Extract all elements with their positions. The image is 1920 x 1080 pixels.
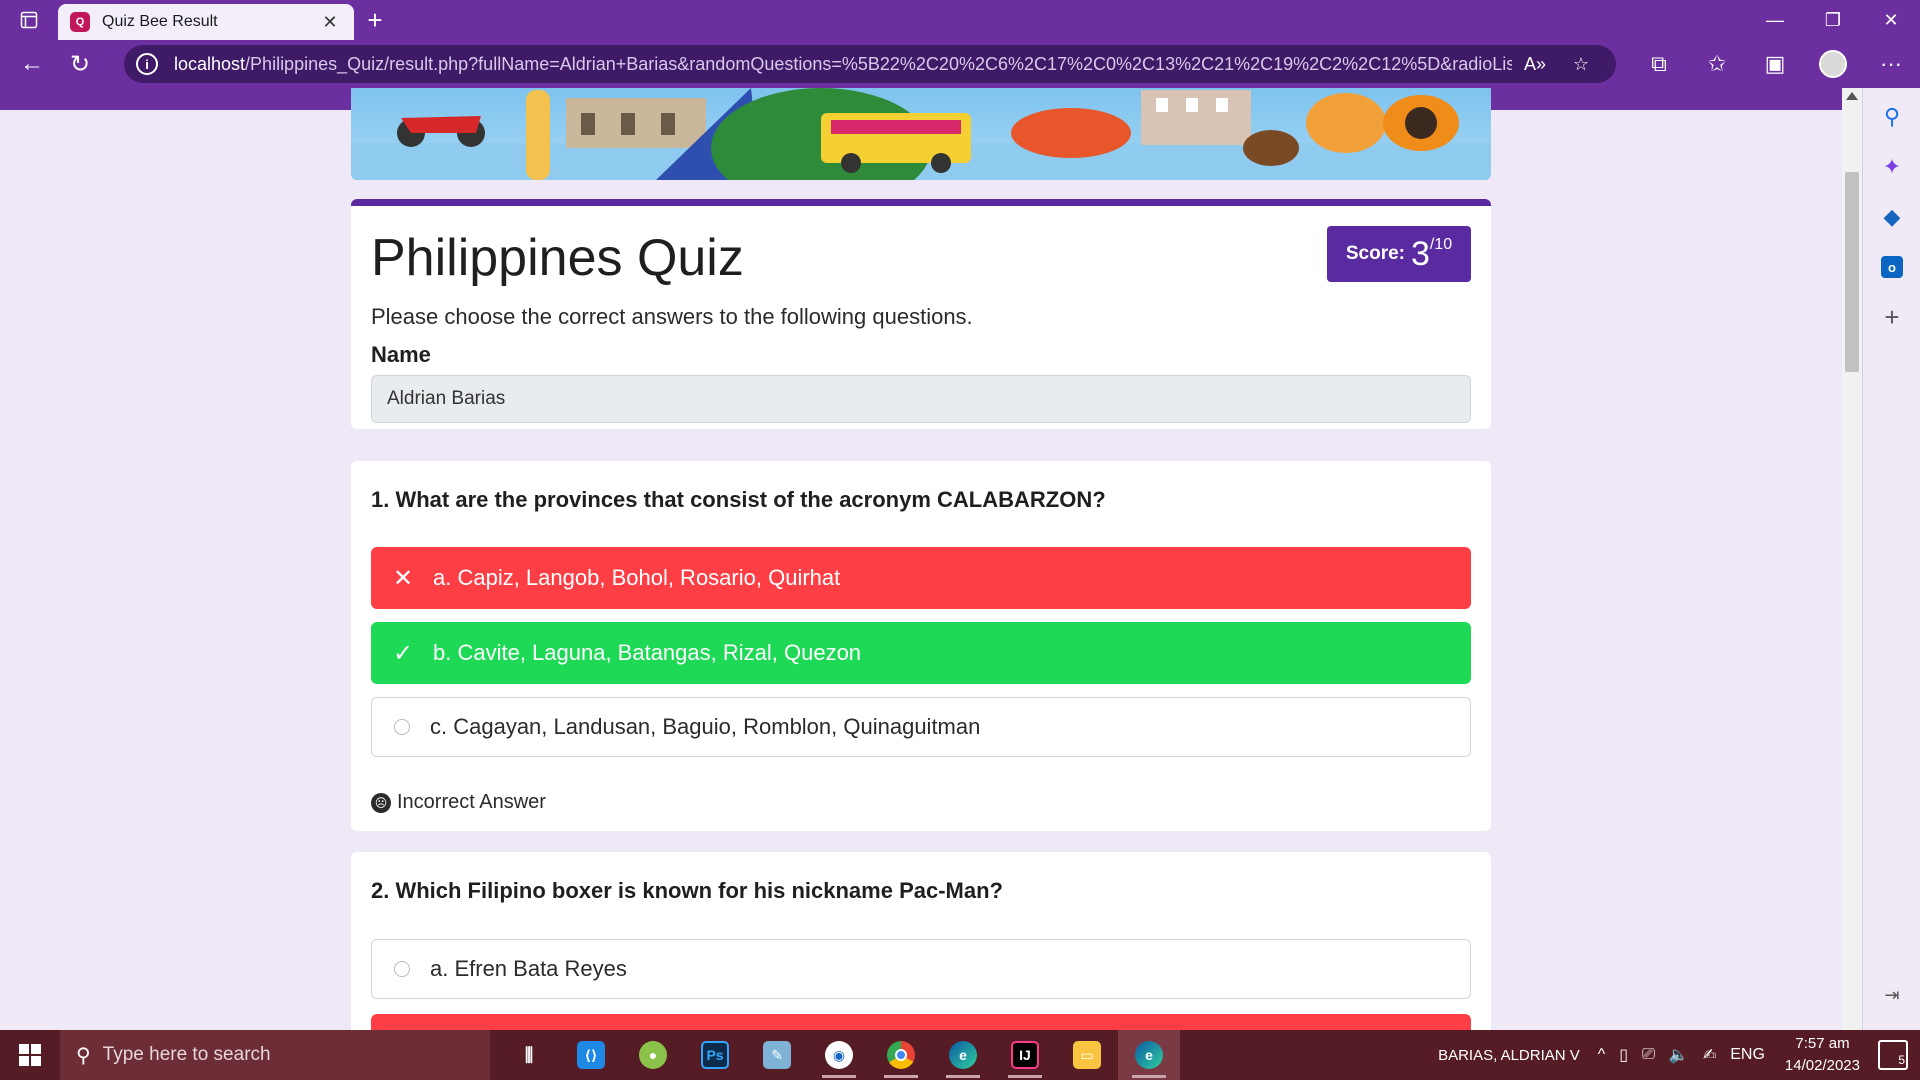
url-text[interactable]: localhost/Philippines_Quiz/result.php?fu… <box>174 54 1512 75</box>
windows-taskbar: ⚲ Type here to search ⫼ ⟨⟩ ● Ps ✎ ◉ e IJ… <box>0 1030 1920 1080</box>
taskbar-search-placeholder: Type here to search <box>102 1044 271 1065</box>
clock-time: 7:57 am <box>1795 1035 1850 1052</box>
name-label: Name <box>371 342 431 367</box>
network-icon[interactable]: ⎚ <box>1642 1046 1655 1064</box>
language-indicator[interactable]: ENG <box>1730 1046 1765 1064</box>
tab-actions-icon[interactable] <box>0 0 58 40</box>
file-explorer-icon[interactable]: ▭ <box>1056 1030 1118 1080</box>
browser-tab-active[interactable]: Q Quiz Bee Result ✕ <box>58 4 354 40</box>
question-card-1: 1. What are the provinces that consist o… <box>351 461 1491 831</box>
chrome-icon[interactable] <box>870 1030 932 1080</box>
answer-option-text: a. Efren Bata Reyes <box>430 956 627 981</box>
score-total: /10 <box>1429 236 1453 253</box>
add-sidebar-app-icon[interactable]: + <box>1863 292 1920 342</box>
close-window-icon[interactable]: ✕ <box>1862 0 1920 40</box>
answer-option-b[interactable] <box>371 1014 1471 1030</box>
question-title: 1. What are the provinces that consist o… <box>371 487 1106 512</box>
pen-icon[interactable]: ✍ <box>1703 1045 1716 1065</box>
favorites-icon[interactable]: ✩ <box>1688 40 1746 88</box>
site-info-icon[interactable]: i <box>136 53 158 75</box>
browser-titlebar: Q Quiz Bee Result ✕ + — ❐ ✕ <box>0 0 1920 40</box>
scroll-thumb[interactable] <box>1845 172 1859 372</box>
read-aloud-icon[interactable]: A» <box>1512 54 1558 75</box>
copilot-icon[interactable]: ◆ <box>1863 192 1920 242</box>
url-host: localhost <box>174 53 246 74</box>
system-tray: BARIAS, ALDRIAN V ^ ▯ ⎚ 🔈 ✍ ENG 7:57 am … <box>1438 1030 1920 1080</box>
notepad-icon[interactable]: ✎ <box>746 1030 808 1080</box>
scroll-up-icon[interactable] <box>1846 92 1858 100</box>
answer-result-text: Incorrect Answer <box>397 791 546 813</box>
add-favorite-icon[interactable]: ☆ <box>1558 54 1604 75</box>
radio-button[interactable] <box>394 719 410 735</box>
question-card-2: 2. Which Filipino boxer is known for his… <box>351 852 1491 1030</box>
correct-check-icon: ✓ <box>392 639 414 667</box>
new-tab-button[interactable]: + <box>354 0 396 40</box>
url-path: /Philippines_Quiz/result.php?fullName=Al… <box>245 53 1512 74</box>
notification-icon[interactable]: 5 <box>1878 1040 1908 1070</box>
start-button[interactable] <box>0 1030 60 1080</box>
minimize-icon[interactable]: — <box>1746 0 1804 40</box>
back-arrow-icon[interactable]: ← <box>8 40 56 88</box>
edge-active-icon[interactable]: e <box>1118 1030 1180 1080</box>
profile-icon[interactable] <box>1804 40 1862 88</box>
extensions-icon[interactable]: ⧉ <box>1630 40 1688 88</box>
notification-count: 5 <box>1898 1053 1905 1067</box>
question-title: 2. Which Filipino boxer is known for his… <box>371 878 1003 903</box>
vscode-icon[interactable]: ⟨⟩ <box>560 1030 622 1080</box>
taskbar-search[interactable]: ⚲ Type here to search <box>60 1030 490 1080</box>
answer-option-text: b. Cavite, Laguna, Batangas, Rizal, Quez… <box>433 640 862 665</box>
app-circle-icon[interactable]: ◉ <box>808 1030 870 1080</box>
answer-option-text: a. Capiz, Langob, Bohol, Rosario, Quirha… <box>433 565 841 590</box>
outlook-icon[interactable]: o <box>1863 242 1920 292</box>
taskbar-user[interactable]: BARIAS, ALDRIAN V <box>1438 1047 1580 1064</box>
philippines-banner-image <box>351 88 1491 180</box>
radio-button[interactable] <box>394 961 410 977</box>
restore-icon[interactable]: ❐ <box>1804 0 1862 40</box>
quiz-subtitle: Please choose the correct answers to the… <box>371 304 973 329</box>
clock-date: 14/02/2023 <box>1784 1057 1860 1074</box>
tab-title: Quiz Bee Result <box>102 13 218 30</box>
app-ball-icon[interactable]: ● <box>622 1030 684 1080</box>
wrong-x-icon: ✕ <box>392 564 414 592</box>
tab-close-icon[interactable]: ✕ <box>318 12 342 33</box>
score-badge: Score: 3 /10 <box>1327 226 1471 282</box>
windows-logo-icon <box>19 1044 41 1066</box>
page-viewport: Philippines Quiz Score: 3 /10 Please cho… <box>0 88 1842 1030</box>
volume-icon[interactable]: 🔈 <box>1669 1045 1689 1065</box>
page-title: Philippines Quiz <box>371 229 744 287</box>
name-field[interactable] <box>371 375 1471 423</box>
answer-result: ☹ Incorrect Answer <box>371 791 546 814</box>
answer-option-text: c. Cagayan, Landusan, Baguio, Romblon, Q… <box>430 714 981 739</box>
clock[interactable]: 7:57 am 14/02/2023 <box>1785 1033 1860 1077</box>
collections-icon[interactable]: ▣ <box>1746 40 1804 88</box>
page-scrollbar[interactable] <box>1842 88 1862 1030</box>
more-icon[interactable]: ··· <box>1862 40 1920 88</box>
answer-option-a[interactable]: ✕ a. Capiz, Langob, Bohol, Rosario, Quir… <box>371 547 1471 609</box>
refresh-icon[interactable]: ↻ <box>56 40 104 88</box>
search-icon: ⚲ <box>76 1044 91 1067</box>
discover-icon[interactable]: ✦ <box>1863 142 1920 192</box>
address-bar[interactable]: i localhost/Philippines_Quiz/result.php?… <box>124 45 1616 83</box>
sad-face-icon: ☹ <box>371 792 391 813</box>
quiz-favicon-icon: Q <box>70 12 90 32</box>
edge-icon[interactable]: e <box>932 1030 994 1080</box>
usb-icon[interactable]: ▯ <box>1619 1045 1628 1065</box>
answer-option-b[interactable]: ✓ b. Cavite, Laguna, Batangas, Rizal, Qu… <box>371 622 1471 684</box>
hide-sidebar-icon[interactable]: ⇥ <box>1863 970 1920 1020</box>
expand-tray-icon[interactable]: ^ <box>1598 1046 1606 1064</box>
task-view-icon[interactable]: ⫼ <box>498 1030 560 1080</box>
score-value: 3 <box>1410 234 1430 273</box>
edge-sidebar: ⚲ ✦ ◆ o + ⇥ <box>1862 88 1920 1030</box>
answer-option-c[interactable]: c. Cagayan, Landusan, Baguio, Romblon, Q… <box>371 697 1471 757</box>
search-icon[interactable]: ⚲ <box>1863 92 1920 142</box>
answer-option-a[interactable]: a. Efren Bata Reyes <box>371 939 1471 999</box>
intellij-icon[interactable]: IJ <box>994 1030 1056 1080</box>
score-label: Score: <box>1345 243 1405 264</box>
photoshop-icon[interactable]: Ps <box>684 1030 746 1080</box>
address-toolbar: ← ↻ i localhost/Philippines_Quiz/result.… <box>0 40 1920 88</box>
quiz-header-card: Philippines Quiz Score: 3 /10 Please cho… <box>351 199 1491 429</box>
window-controls: — ❐ ✕ <box>1746 0 1920 40</box>
taskbar-apps: ⫼ ⟨⟩ ● Ps ✎ ◉ e IJ ▭ e <box>498 1030 1180 1080</box>
